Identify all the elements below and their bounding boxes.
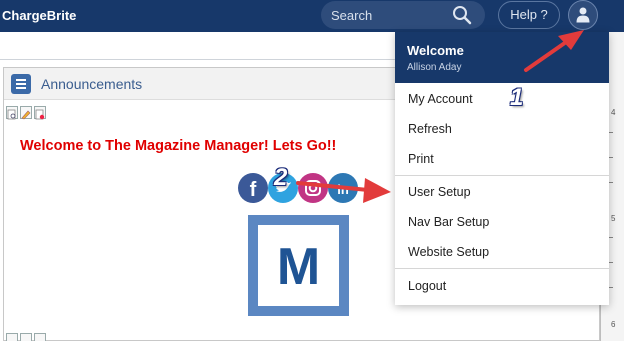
hamburger-menu-button[interactable] [11,74,31,94]
top-navigation-bar: ChargeBrite Help ? [0,0,624,32]
editor-toolbar-bottom [6,333,50,341]
welcome-message: Welcome to The Magazine Manager! Lets Go… [20,138,337,154]
preview-icon[interactable] [6,333,18,341]
menu-item-print[interactable]: Print [395,144,609,174]
edit-icon[interactable] [20,106,32,120]
ruler-tick [609,237,613,238]
menu-item-nav-bar-setup[interactable]: Nav Bar Setup [395,207,609,237]
ruler-tick [609,287,613,288]
panel-title: Announcements [41,76,143,92]
menu-icon-line [16,79,26,81]
user-menu-button[interactable] [568,0,598,30]
editor-toolbar [6,106,50,120]
instagram-icon[interactable] [298,173,328,203]
menu-item-user-setup[interactable]: User Setup [395,177,609,207]
user-dropdown-menu: Welcome Allison Aday My Account Refresh … [395,32,609,305]
brand-name[interactable]: ChargeBrite [2,8,76,23]
ruler-tick [609,262,613,263]
dropdown-user-name: Allison Aday [407,62,462,73]
linkedin-icon[interactable]: in [328,173,358,203]
delete-icon[interactable] [34,106,46,120]
menu-item-website-setup[interactable]: Website Setup [395,237,609,267]
help-button[interactable]: Help ? [498,1,560,29]
menu-divider [395,268,609,269]
menu-icon-line [16,83,26,85]
dropdown-header: Welcome Allison Aday [395,32,609,83]
delete-icon[interactable] [34,333,46,341]
menu-item-my-account[interactable]: My Account [395,84,609,114]
ruler-number: 6 [611,320,616,329]
menu-item-refresh[interactable]: Refresh [395,114,609,144]
dropdown-welcome: Welcome [407,43,464,58]
ruler-tick [609,182,613,183]
logo-letter: M [276,238,321,296]
facebook-icon[interactable]: f [238,173,268,203]
ruler-tick [609,132,613,133]
ruler-number: 4 [611,108,616,117]
menu-icon-line [16,87,26,89]
menu-item-logout[interactable]: Logout [395,271,609,301]
ruler-number: 5 [611,214,616,223]
user-icon [576,7,590,23]
ruler-tick [609,157,613,158]
svg-text:f: f [250,179,257,201]
edit-icon[interactable] [20,333,32,341]
svg-text:in: in [337,182,349,197]
preview-icon[interactable] [6,106,18,120]
magazine-manager-logo: M [248,215,349,316]
annotation-step-2: 2 [274,164,288,191]
search-box [321,1,485,29]
search-input[interactable] [331,6,449,24]
search-icon[interactable] [452,5,472,25]
menu-divider [395,175,609,176]
annotation-step-1: 1 [510,84,524,111]
